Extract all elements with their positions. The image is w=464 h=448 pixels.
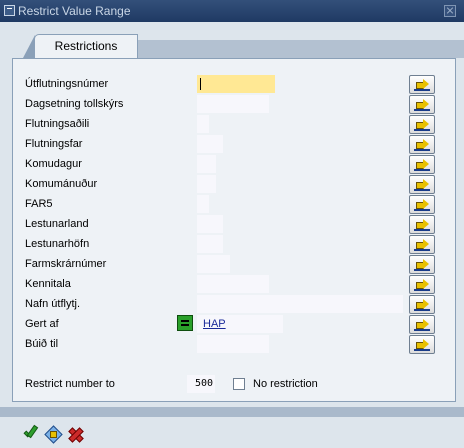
exporter-name-input[interactable]: [197, 295, 403, 313]
arrow-right-icon: [416, 299, 429, 309]
export-number-input[interactable]: [197, 75, 275, 93]
field-label: Búið til: [25, 338, 59, 350]
arrow-right-icon: [416, 239, 429, 249]
field-row: Flutningsaðili: [25, 115, 445, 134]
restrictions-panel: Útflutningsnúmer Dagsetning tollskýrs Fl…: [12, 58, 456, 402]
arrow-right-icon: [416, 199, 429, 209]
window-title: Restrict Value Range: [18, 4, 131, 18]
loading-port-input[interactable]: [197, 235, 223, 253]
arrow-right-icon: [416, 179, 429, 189]
created-by-input[interactable]: HAP: [197, 315, 283, 333]
field-label: Lestunarhöfn: [25, 238, 90, 250]
field-label: Útflutningsnúmer: [25, 78, 109, 90]
carrier-input[interactable]: [197, 115, 209, 133]
arrow-right-icon: [416, 219, 429, 229]
field-row: Gert af HAP: [25, 315, 445, 334]
multiple-selection-button[interactable]: [409, 295, 435, 314]
field-label: Komumánuður: [25, 178, 98, 190]
multiple-selection-button[interactable]: [409, 315, 435, 334]
tab-restrictions[interactable]: Restrictions: [23, 34, 138, 58]
arrow-right-icon: [416, 79, 429, 89]
field-row: Flutningsfar: [25, 135, 445, 154]
field-row: Lestunarland: [25, 215, 445, 234]
no-restriction-checkbox[interactable]: [233, 378, 245, 390]
loading-country-input[interactable]: [197, 215, 223, 233]
title-bar[interactable]: Restrict Value Range: [0, 0, 464, 22]
arrow-right-icon: [416, 119, 429, 129]
arrow-right-icon: [416, 279, 429, 289]
restrict-label: Restrict number to: [25, 378, 115, 390]
vessel-input[interactable]: [197, 135, 223, 153]
field-row: Útflutningsnúmer: [25, 75, 445, 94]
window-menu-icon[interactable]: [4, 5, 15, 16]
multiple-selection-button[interactable]: [409, 175, 435, 194]
created-on-input[interactable]: [197, 335, 269, 353]
check-icon[interactable]: [22, 425, 40, 443]
multiple-selection-button[interactable]: [409, 255, 435, 274]
field-label: Farmskrárnúmer: [25, 258, 107, 270]
restrict-row: Restrict number to 500 No restriction: [25, 375, 445, 393]
multiple-selection-button[interactable]: [409, 75, 435, 94]
multiple-selection-button[interactable]: [409, 215, 435, 234]
field-label: Gert af: [25, 318, 59, 330]
arrow-right-icon: [416, 339, 429, 349]
manifest-number-input[interactable]: [197, 255, 230, 273]
multiple-selection-button[interactable]: [409, 235, 435, 254]
restrict-value-range-dialog: Restrict Value Range Restrictions Útflut…: [0, 0, 464, 448]
tab-strip: Restrictions: [12, 34, 464, 58]
field-row: FAR5: [25, 195, 445, 214]
field-row: Komumánuður: [25, 175, 445, 194]
restrict-number-input[interactable]: 500: [187, 375, 215, 393]
field-row: Búið til: [25, 335, 445, 354]
field-label: Kennitala: [25, 278, 71, 290]
field-label: Komudagur: [25, 158, 82, 170]
arrow-right-icon: [416, 99, 429, 109]
arrow-right-icon: [416, 319, 429, 329]
multiple-selection-button[interactable]: [409, 195, 435, 214]
field-label: Lestunarland: [25, 218, 89, 230]
field-label: Nafn útflytj.: [25, 298, 81, 310]
field-row: Dagsetning tollskýrs: [25, 95, 445, 114]
field-row: Farmskrárnúmer: [25, 255, 445, 274]
field-row: Komudagur: [25, 155, 445, 174]
field-label: Flutningsfar: [25, 138, 83, 150]
footer-separator: [0, 407, 464, 417]
field-label: FAR5: [25, 198, 53, 210]
find-icon[interactable]: [44, 425, 62, 443]
far5-input[interactable]: [197, 195, 209, 213]
tab-strip-background: [138, 40, 464, 58]
button-bar: [0, 417, 464, 448]
multiple-selection-button[interactable]: [409, 95, 435, 114]
field-row: Kennitala: [25, 275, 445, 294]
field-row: Lestunarhöfn: [25, 235, 445, 254]
multiple-selection-button[interactable]: [409, 275, 435, 294]
equal-operator-icon[interactable]: [177, 315, 193, 331]
close-icon[interactable]: [444, 5, 456, 17]
no-restriction-label: No restriction: [253, 378, 318, 390]
id-number-input[interactable]: [197, 275, 269, 293]
arrival-month-input[interactable]: [197, 175, 216, 193]
field-row: Nafn útflytj.: [25, 295, 445, 314]
multiple-selection-button[interactable]: [409, 115, 435, 134]
cancel-icon[interactable]: [66, 425, 84, 443]
arrow-right-icon: [416, 159, 429, 169]
field-label: Flutningsaðili: [25, 118, 90, 130]
multiple-selection-button[interactable]: [409, 135, 435, 154]
multiple-selection-button[interactable]: [409, 155, 435, 174]
arrow-right-icon: [416, 139, 429, 149]
arrow-right-icon: [416, 259, 429, 269]
field-label: Dagsetning tollskýrs: [25, 98, 124, 110]
multiple-selection-button[interactable]: [409, 335, 435, 354]
customs-declaration-date-input[interactable]: [197, 95, 269, 113]
arrival-date-input[interactable]: [197, 155, 216, 173]
